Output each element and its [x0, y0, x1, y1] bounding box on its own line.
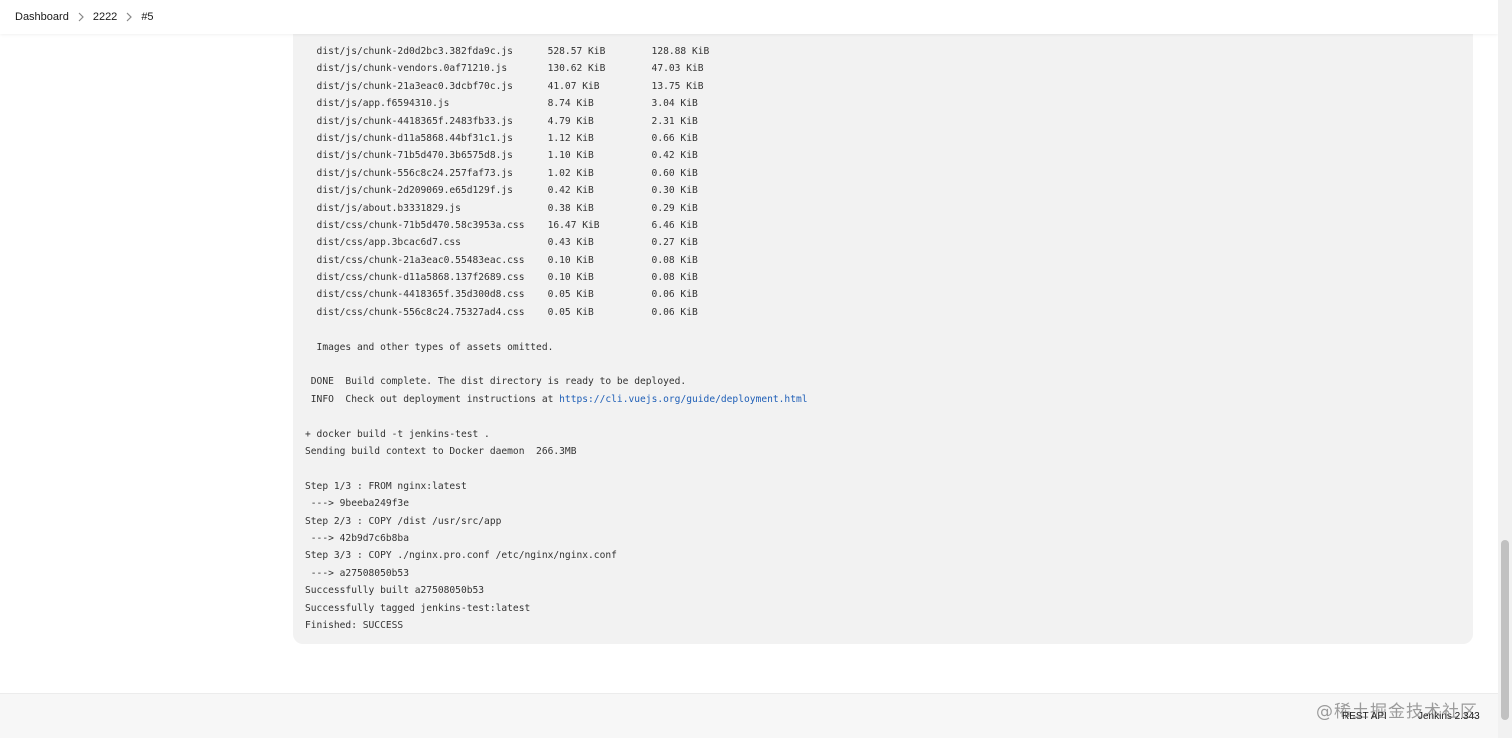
- console-line: Images and other types of assets omitted…: [305, 341, 554, 353]
- console-line: dist/css/chunk-21a3eac0.55483eac.css 0.1…: [305, 254, 698, 266]
- console-line: dist/css/chunk-71b5d470.58c3953a.css 16.…: [305, 219, 698, 231]
- console-line: dist/css/chunk-d11a5868.137f2689.css 0.1…: [305, 272, 698, 284]
- deployment-docs-link[interactable]: https://cli.vuejs.org/guide/deployment.h…: [559, 394, 807, 405]
- console-line: ---> 9beeba249f3e: [305, 498, 409, 510]
- console-line: dist/js/chunk-556c8c24.257faf73.js 1.02 …: [305, 167, 698, 179]
- console-line: dist/js/chunk-d11a5868.44bf31c1.js 1.12 …: [305, 132, 698, 144]
- console-line: dist/css/chunk-4418365f.35d300d8.css 0.0…: [305, 289, 698, 301]
- scrollbar[interactable]: [1498, 0, 1512, 738]
- console-output: dist/js/chunk-2d0d2bc3.382fda9c.js 528.5…: [293, 20, 1473, 644]
- breadcrumb-dashboard[interactable]: Dashboard: [15, 11, 69, 23]
- footer: REST API Jenkins 2.343 @稀土掘金技术社区: [0, 693, 1498, 738]
- console-line: Sending build context to Docker daemon 2…: [305, 445, 577, 457]
- console-line: Successfully tagged jenkins-test:latest: [305, 602, 531, 614]
- console-line: dist/js/about.b3331829.js 0.38 KiB 0.29 …: [305, 202, 698, 214]
- console-line: dist/js/chunk-2d209069.e65d129f.js 0.42 …: [305, 185, 698, 197]
- console-line: + docker build -t jenkins-test .: [305, 428, 490, 440]
- console-line: ---> 42b9d7c6b8ba: [305, 532, 409, 544]
- breadcrumb-build[interactable]: #5: [141, 11, 153, 23]
- console-line: dist/js/app.f6594310.js 8.74 KiB 3.04 Ki…: [305, 98, 698, 110]
- console-line: dist/css/chunk-556c8c24.75327ad4.css 0.0…: [305, 306, 698, 318]
- console-line: dist/js/chunk-71b5d470.3b6575d8.js 1.10 …: [305, 150, 698, 162]
- console-line: Step 1/3 : FROM nginx:latest: [305, 480, 467, 492]
- console-line: dist/js/chunk-21a3eac0.3dcbf70c.js 41.07…: [305, 80, 704, 92]
- breadcrumb-job[interactable]: 2222: [93, 11, 117, 23]
- breadcrumb: Dashboard 2222 #5: [0, 0, 1498, 34]
- console-line: dist/css/app.3bcac6d7.css 0.43 KiB 0.27 …: [305, 237, 698, 249]
- console-line: INFO Check out deployment instructions a…: [305, 393, 808, 405]
- console-line: dist/js/chunk-vendors.0af71210.js 130.62…: [305, 63, 704, 75]
- chevron-right-icon: [69, 11, 93, 23]
- console-line: DONE Build complete. The dist directory …: [305, 376, 687, 388]
- console-line: Successfully built a27508050b53: [305, 585, 485, 597]
- chevron-right-icon: [117, 11, 141, 23]
- console-line: dist/js/chunk-4418365f.2483fb33.js 4.79 …: [305, 115, 698, 127]
- watermark: @稀土掘金技术社区: [1316, 702, 1478, 722]
- scrollbar-thumb[interactable]: [1501, 540, 1509, 720]
- console-line: Finished: SUCCESS: [305, 619, 404, 631]
- console-line: Step 2/3 : COPY /dist /usr/src/app: [305, 515, 502, 527]
- console-line: Step 3/3 : COPY ./nginx.pro.conf /etc/ng…: [305, 550, 617, 562]
- console-line: ---> a27508050b53: [305, 567, 409, 579]
- console-line: dist/js/chunk-2d0d2bc3.382fda9c.js 528.5…: [305, 46, 710, 57]
